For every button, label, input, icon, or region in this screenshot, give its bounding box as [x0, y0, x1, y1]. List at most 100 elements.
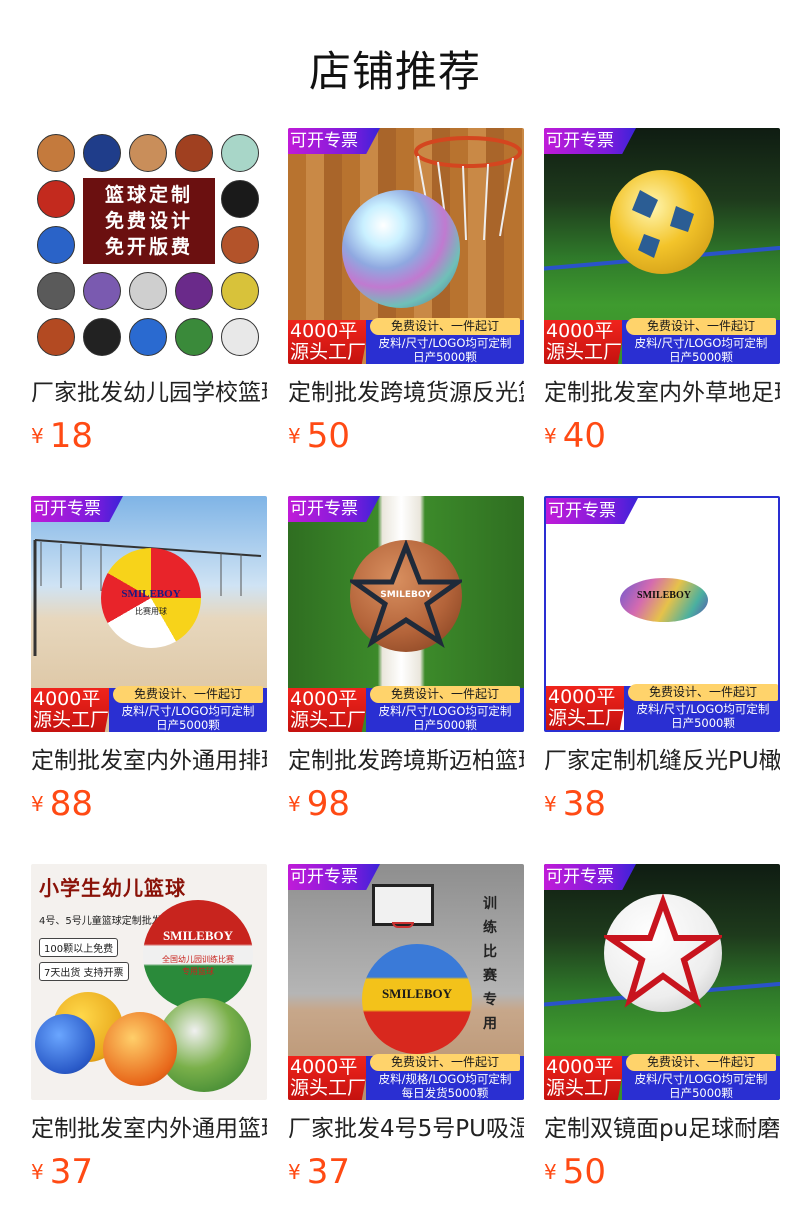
ball-sub-text: 比赛用球 — [135, 607, 167, 616]
product-image[interactable]: SMILEBOY 可开专票 4000平 源头工厂 免费设计、一件起订 皮料/尺寸/… — [288, 496, 524, 732]
product-card[interactable]: SMILEBOY 可开专票 4000平 源头工厂 免费设计、一件起订 皮料/尺寸/… — [288, 496, 524, 824]
product-image[interactable]: 可开专票 4000平 源头工厂 免费设计、一件起订 皮料/尺寸/LOGO均可定制 … — [544, 864, 780, 1100]
factory-line: 源头工厂 — [548, 707, 625, 729]
orange-basketball — [103, 1012, 177, 1086]
currency-symbol: ¥ — [288, 792, 301, 816]
custom-info: 免费设计、一件起订 皮料/规格/LOGO均可定制 每日发货5000颗 — [366, 1054, 524, 1100]
product-title[interactable]: 厂家批发幼儿园学校篮球 — [31, 376, 267, 410]
product-image[interactable]: 小学生幼儿篮球 4号、5号儿童篮球定制批发 100颗以上免费 7天出货 支持开票… — [31, 864, 267, 1100]
product-title[interactable]: 厂家批发4号5号PU吸湿篮球 — [288, 1112, 524, 1146]
output-line: 日产5000颗 — [671, 716, 735, 730]
product-card[interactable]: 小学生幼儿篮球 4号、5号儿童篮球定制批发 100颗以上免费 7天出货 支持开票… — [31, 864, 267, 1192]
product-card[interactable]: 篮球定制 免费设计 免开版费 厂家批发幼儿园学校篮球 ¥18 — [31, 128, 267, 456]
product-image[interactable]: 可开专票 4000平 源头工厂 免费设计、一件起订 皮料/尺寸/LOGO均可定制 … — [288, 128, 524, 364]
output-line: 日产5000颗 — [669, 350, 733, 364]
currency-symbol: ¥ — [288, 424, 301, 448]
product-title[interactable]: 厂家定制机缝反光PU橄榄球 — [544, 744, 780, 778]
product-image[interactable]: 可开专票 4000平 源头工厂 免费设计、一件起订 皮料/尺寸/LOGO均可定制 … — [544, 128, 780, 364]
custom-line: 皮料/尺寸/LOGO均可定制 — [634, 1072, 768, 1086]
invoice-ribbon: 可开专票 — [288, 128, 380, 154]
product-title[interactable]: 定制批发跨境货源反光篮球 — [288, 376, 524, 410]
free-design-badge: 免费设计、一件起订 — [370, 318, 520, 335]
product-price: ¥37 — [288, 1152, 350, 1192]
product-card[interactable]: 训 练 比 赛 专 用 SMILEBOY 可开专票 4000平 源头工厂 免费设计… — [288, 864, 524, 1192]
product-price: ¥40 — [544, 416, 606, 456]
custom-info: 免费设计、一件起订 皮料/尺寸/LOGO均可定制 日产5000颗 — [622, 1054, 780, 1100]
product-price: ¥88 — [31, 784, 93, 824]
product-title[interactable]: 定制双镜面pu足球耐磨 — [544, 1112, 780, 1146]
invoice-ribbon: 可开专票 — [544, 864, 636, 890]
backboard-icon — [372, 884, 434, 926]
ball-brand-text: SMILEBOY — [637, 590, 691, 601]
invoice-ribbon: 可开专票 — [31, 496, 123, 522]
free-design-badge: 免费设计、一件起订 — [628, 684, 778, 701]
factory-line: 源头工厂 — [290, 1077, 367, 1099]
product-card[interactable]: 可开专票 4000平 源头工厂 免费设计、一件起订 皮料/尺寸/LOGO均可定制 … — [544, 864, 780, 1192]
collage-line: 篮球定制 — [104, 184, 193, 206]
product-title[interactable]: 定制批发室内外通用篮球 — [31, 1112, 267, 1146]
promo-band: 4000平 源头工厂 免费设计、一件起订 皮料/尺寸/LOGO均可定制 日产500… — [544, 1054, 780, 1100]
ball-sub-text: 全国幼儿园训练比赛 — [162, 955, 234, 964]
promo-band: 4000平 源头工厂 免费设计、一件起订 皮料/规格/LOGO均可定制 每日发货5… — [288, 1054, 524, 1100]
custom-info: 免费设计、一件起订 皮料/尺寸/LOGO均可定制 日产5000颗 — [109, 686, 267, 732]
price-value: 98 — [306, 784, 350, 824]
product-title[interactable]: 定制批发室内外通用排球 — [31, 744, 267, 778]
invoice-ribbon: 可开专票 — [288, 496, 380, 522]
free-design-badge: 免费设计、一件起订 — [626, 1054, 776, 1071]
product-price: ¥37 — [31, 1152, 93, 1192]
ball-brand-text: SMILEBOY — [121, 588, 181, 600]
product-card[interactable]: SMILEBOY 可开专票 4000平 源头工厂 免费设计、一件起订 皮料/尺寸/… — [544, 496, 780, 824]
price-value: 50 — [306, 416, 350, 456]
promo-band: 4000平 源头工厂 免费设计、一件起订 皮料/尺寸/LOGO均可定制 日产500… — [546, 684, 778, 730]
currency-symbol: ¥ — [31, 792, 44, 816]
product-card[interactable]: 可开专票 4000平 源头工厂 免费设计、一件起订 皮料/尺寸/LOGO均可定制 … — [288, 128, 524, 456]
factory-label: 4000平 源头工厂 — [546, 686, 628, 730]
currency-symbol: ¥ — [31, 1160, 44, 1184]
product-price: ¥98 — [288, 784, 350, 824]
product-card[interactable]: SMILEBOY 比赛用球 可开专票 4000平 源头工厂 免费设计、一件起订 皮… — [31, 496, 267, 824]
panel-subtitle: 4号、5号儿童篮球定制批发 — [39, 916, 162, 927]
product-price: ¥18 — [31, 416, 93, 456]
custom-line: 皮料/尺寸/LOGO均可定制 — [378, 336, 512, 350]
product-price: ¥38 — [544, 784, 606, 824]
custom-info: 免费设计、一件起订 皮料/尺寸/LOGO均可定制 日产5000颗 — [622, 318, 780, 364]
ball-brand-text: SMILEBOY — [162, 928, 234, 943]
factory-line: 4000平 — [33, 688, 101, 710]
product-title[interactable]: 定制批发跨境斯迈柏篮球 — [288, 744, 524, 778]
factory-line: 源头工厂 — [33, 709, 110, 731]
product-title[interactable]: 定制批发室内外草地足球 — [544, 376, 780, 410]
kids-basketball-panel: 小学生幼儿篮球 4号、5号儿童篮球定制批发 100颗以上免费 7天出货 支持开票… — [31, 864, 267, 1100]
product-image[interactable]: 篮球定制 免费设计 免开版费 — [31, 128, 267, 364]
vertical-slogan: 训 练 比 赛 专 用 — [478, 892, 502, 1036]
factory-line: 4000平 — [548, 686, 616, 708]
product-card[interactable]: 可开专票 4000平 源头工厂 免费设计、一件起订 皮料/尺寸/LOGO均可定制 … — [544, 128, 780, 456]
factory-label: 4000平 源头工厂 — [31, 688, 113, 732]
factory-label: 4000平 源头工厂 — [288, 688, 370, 732]
product-image[interactable]: SMILEBOY 比赛用球 可开专票 4000平 源头工厂 免费设计、一件起订 皮… — [31, 496, 267, 732]
factory-label: 4000平 源头工厂 — [288, 320, 370, 364]
price-value: 50 — [562, 1152, 606, 1192]
output-line: 日产5000颗 — [413, 718, 477, 732]
custom-info: 免费设计、一件起订 皮料/尺寸/LOGO均可定制 日产5000颗 — [624, 684, 778, 730]
price-value: 38 — [562, 784, 606, 824]
free-design-badge: 免费设计、一件起订 — [626, 318, 776, 335]
slogan-char: 训 — [483, 896, 497, 912]
invoice-ribbon: 可开专票 — [288, 864, 380, 890]
promo-band: 4000平 源头工厂 免费设计、一件起订 皮料/尺寸/LOGO均可定制 日产500… — [544, 318, 780, 364]
blue-basketball — [35, 1014, 95, 1074]
product-image[interactable]: 训 练 比 赛 专 用 SMILEBOY 可开专票 4000平 源头工厂 免费设计… — [288, 864, 524, 1100]
custom-info: 免费设计、一件起订 皮料/尺寸/LOGO均可定制 日产5000颗 — [366, 318, 524, 364]
slogan-char: 练 — [483, 920, 497, 936]
free-design-badge: 免费设计、一件起订 — [113, 686, 263, 703]
page-title: 店铺推荐 — [308, 47, 481, 96]
free-design-badge: 免费设计、一件起订 — [370, 686, 520, 703]
star-pattern-icon — [604, 894, 722, 1008]
product-image[interactable]: SMILEBOY 可开专票 4000平 源头工厂 免费设计、一件起订 皮料/尺寸/… — [544, 496, 780, 732]
slogan-char: 专 — [483, 992, 497, 1008]
hoop-rim-icon — [392, 922, 414, 928]
slogan-char: 用 — [483, 1016, 497, 1032]
factory-label: 4000平 源头工厂 — [544, 1056, 626, 1100]
custom-line: 皮料/尺寸/LOGO均可定制 — [636, 702, 770, 716]
invoice-ribbon: 可开专票 — [544, 128, 636, 154]
custom-info: 免费设计、一件起订 皮料/尺寸/LOGO均可定制 日产5000颗 — [366, 686, 524, 732]
